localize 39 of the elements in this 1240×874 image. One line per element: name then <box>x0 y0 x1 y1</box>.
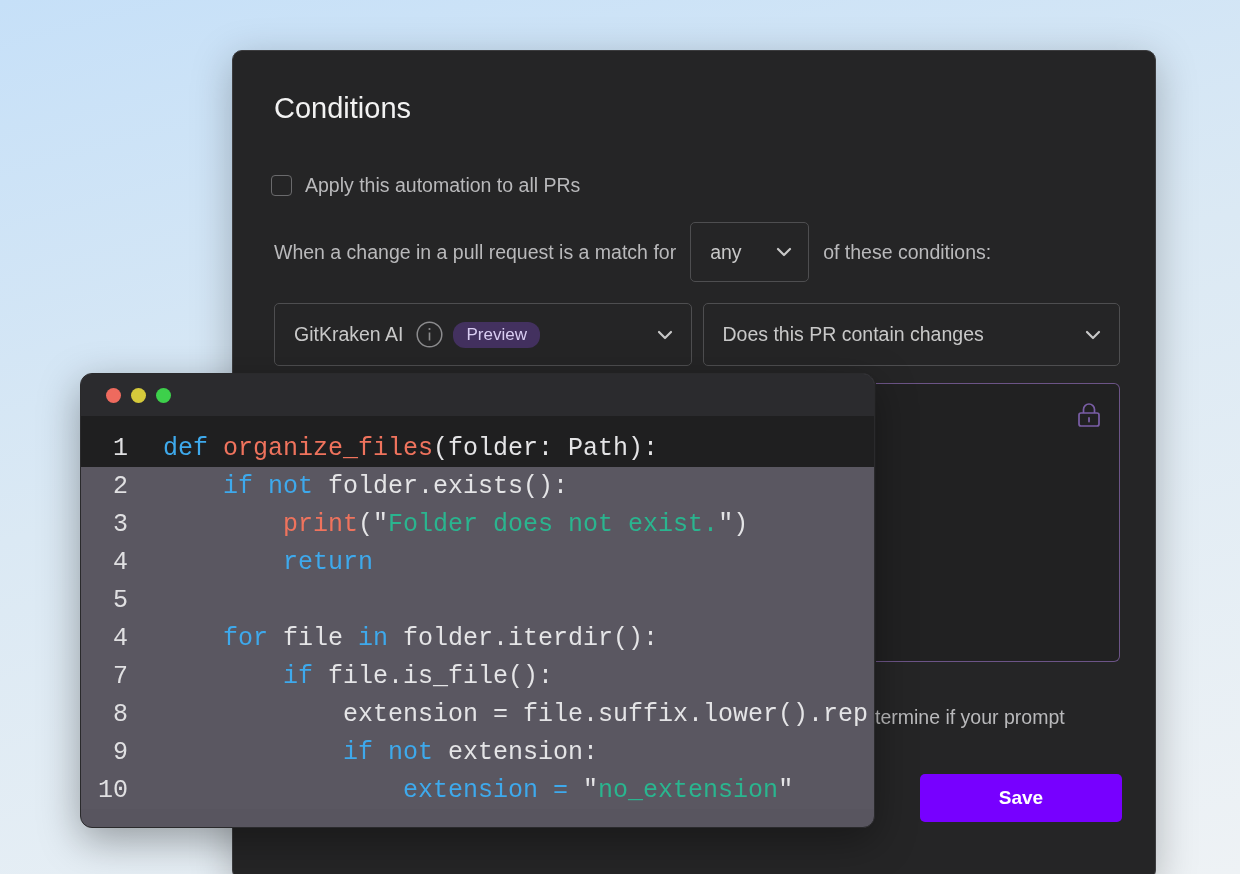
line-number: 8 <box>112 699 128 729</box>
code-line: extension = "no_extension" <box>402 775 794 805</box>
minimize-icon[interactable] <box>131 387 146 403</box>
question-dropdown[interactable]: Does this PR contain changes <box>702 303 1120 366</box>
match-label: of these conditions: <box>823 240 992 264</box>
line-number: 10 <box>97 775 128 805</box>
prompt-field[interactable] <box>876 383 1120 662</box>
chevron-down-icon <box>1085 329 1101 340</box>
line-number: 2 <box>112 471 128 501</box>
preview-badge: Preview <box>453 321 540 348</box>
checkbox-label: Apply this automation to all PRs <box>305 174 581 197</box>
chevron-down-icon <box>656 329 673 340</box>
line-number: 9 <box>112 737 128 767</box>
code-line: if not extension: <box>342 737 599 767</box>
lock-icon <box>1078 403 1100 427</box>
code-line: extension = file.suffix.lower().rep <box>342 699 869 729</box>
save-button[interactable]: Save <box>920 774 1122 822</box>
close-icon[interactable] <box>106 387 121 403</box>
line-number: 5 <box>112 585 128 615</box>
match-select[interactable]: any <box>690 222 810 282</box>
match-label: When a change in a pull request is a match for <box>274 240 677 264</box>
code-line: if file.is_file(): <box>282 661 554 691</box>
code-line: if not folder.exists(): <box>222 471 569 501</box>
checkbox[interactable] <box>271 175 292 196</box>
code-line: print("Folder does not exist.") <box>282 509 749 539</box>
code-line: return <box>282 547 374 577</box>
line-number: 1 <box>112 433 128 463</box>
code-line: for file in folder.iterdir(): <box>222 623 659 653</box>
panel-title: Conditions <box>274 91 413 126</box>
line-number: 4 <box>112 547 128 577</box>
line-number: 4 <box>112 623 128 653</box>
provider-dropdown[interactable]: GitKraken AI Preview <box>274 303 692 366</box>
line-number: 7 <box>112 661 128 691</box>
maximize-icon[interactable] <box>156 387 171 403</box>
line-number: 3 <box>112 509 128 539</box>
info-icon <box>416 321 444 348</box>
chevron-down-icon <box>776 247 793 257</box>
hint-text: termine if your prompt <box>875 706 1066 729</box>
code-line: def organize_files(folder: Path): <box>163 433 659 463</box>
